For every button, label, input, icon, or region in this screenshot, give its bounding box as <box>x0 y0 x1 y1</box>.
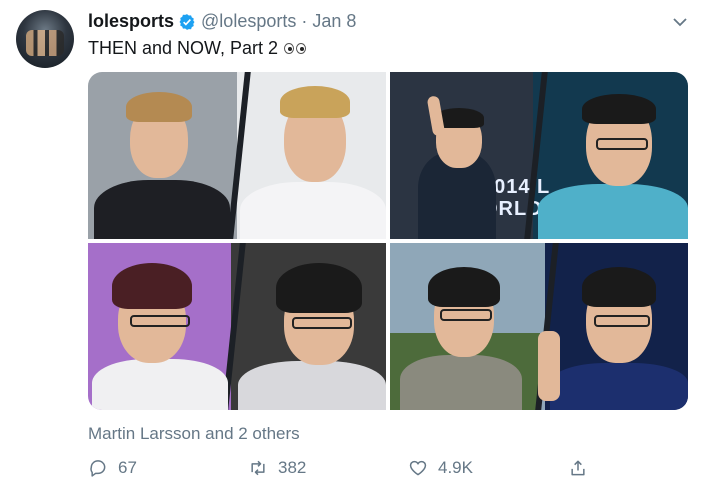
reply-button[interactable]: 67 <box>88 458 137 478</box>
separator: · <box>301 11 308 31</box>
like-button[interactable]: 4.9K <box>408 458 473 478</box>
chevron-down-icon[interactable] <box>672 14 688 30</box>
reply-icon <box>90 460 106 477</box>
like-count: 4.9K <box>438 458 473 477</box>
photo-2[interactable]: 2014 L ORLD <box>390 72 688 239</box>
heart-icon <box>409 460 427 476</box>
tweet-date[interactable]: Jan 8 <box>312 11 356 32</box>
reply-count: 67 <box>118 458 137 477</box>
photo-1[interactable] <box>88 72 386 239</box>
eyes-emoji-icon <box>284 43 307 54</box>
avatar[interactable] <box>16 10 74 68</box>
tweet-text: THEN and NOW, Part 2 <box>88 38 307 59</box>
media-grid: 2014 L ORLD <box>88 72 688 410</box>
likers-link[interactable]: Martin Larsson and 2 others <box>88 424 300 444</box>
retweet-button[interactable]: 382 <box>248 458 306 478</box>
share-icon <box>571 460 585 476</box>
avatar-image <box>26 30 64 56</box>
tweet-actions: 67 382 4.9K <box>88 458 608 480</box>
retweet-count: 382 <box>278 458 307 477</box>
handle[interactable]: @lolesports <box>201 11 296 32</box>
tweet-header: lolesports @lolesports · Jan 8 <box>88 11 356 32</box>
share-button[interactable] <box>568 458 598 478</box>
display-name[interactable]: lolesports <box>88 11 174 32</box>
photo-3[interactable] <box>88 243 386 410</box>
verified-badge-icon <box>179 13 195 30</box>
photo-4[interactable] <box>390 243 688 410</box>
tweet-text-content: THEN and NOW, Part 2 <box>88 38 279 58</box>
retweet-icon <box>251 460 265 476</box>
